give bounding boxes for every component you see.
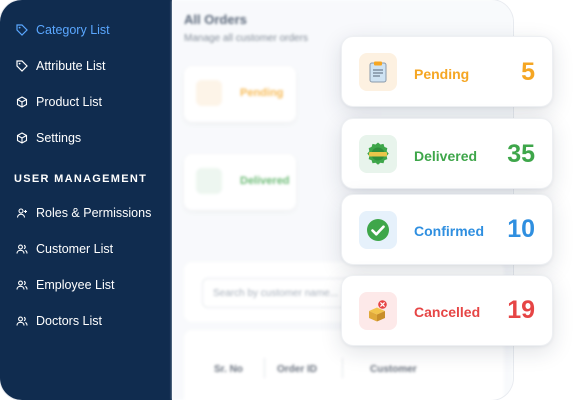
bg-card-delivered: Delivered xyxy=(184,154,296,210)
column-divider xyxy=(342,358,343,378)
tag-icon xyxy=(16,60,28,72)
users-icon xyxy=(16,244,28,254)
bg-card-label: Delivered xyxy=(240,175,290,187)
bg-card-label: Pending xyxy=(240,87,284,99)
stat-value: 10 xyxy=(507,215,535,243)
stat-value: 19 xyxy=(507,296,535,324)
box-icon xyxy=(16,132,28,144)
clipboard-icon xyxy=(359,53,397,91)
sidebar-item-label: Doctors List xyxy=(36,314,102,328)
delivered-badge-icon xyxy=(196,168,222,194)
sidebar-item-employee-list[interactable]: Employee List xyxy=(16,274,115,296)
stat-value: 5 xyxy=(521,58,535,86)
stat-label: Cancelled xyxy=(414,304,481,320)
user-plus-icon xyxy=(16,208,27,218)
cancelled-package-icon xyxy=(359,292,397,330)
stat-card-delivered[interactable]: Delivered 35 xyxy=(341,118,553,189)
sidebar-item-label: Roles & Permissions xyxy=(36,206,152,220)
stat-card-confirmed[interactable]: Confirmed 10 xyxy=(341,194,553,265)
page-subtitle: Manage all customer orders xyxy=(184,33,308,44)
box-icon xyxy=(16,96,28,108)
column-divider xyxy=(264,358,265,378)
stat-value: 35 xyxy=(507,140,535,168)
delivered-badge-icon xyxy=(359,135,397,173)
stat-label: Delivered xyxy=(414,148,478,164)
sidebar-item-product-list[interactable]: Product List xyxy=(16,91,102,113)
stat-card-pending[interactable]: Pending 5 xyxy=(341,36,553,107)
section-heading-user-management: USER MANAGEMENT xyxy=(14,173,148,185)
tag-icon xyxy=(16,24,28,36)
sidebar-item-settings[interactable]: Settings xyxy=(16,127,81,149)
stat-label: Pending xyxy=(414,66,470,82)
sidebar-item-label: Customer List xyxy=(36,242,114,256)
sidebar-item-label: Attribute List xyxy=(36,59,106,73)
sidebar-item-label: Employee List xyxy=(36,278,115,292)
table-header-customer[interactable]: Customer xyxy=(370,364,417,375)
users-icon xyxy=(16,316,28,326)
stat-card-cancelled[interactable]: Cancelled 19 xyxy=(341,275,553,346)
check-circle-icon xyxy=(359,211,397,249)
page-title: All Orders xyxy=(184,12,247,27)
sidebar-item-category-list[interactable]: Category List xyxy=(16,19,110,41)
bg-card-pending: Pending xyxy=(184,66,296,122)
stat-label: Confirmed xyxy=(414,223,484,239)
sidebar: Category List Attribute List Product Lis… xyxy=(0,0,172,400)
table-header-sr-no[interactable]: Sr. No xyxy=(214,364,243,375)
users-icon xyxy=(16,280,28,290)
sidebar-item-label: Category List xyxy=(36,23,110,37)
sidebar-item-label: Product List xyxy=(36,95,103,109)
sidebar-item-roles-permissions[interactable]: Roles & Permissions xyxy=(16,202,151,224)
clipboard-icon xyxy=(196,80,222,106)
sidebar-item-attribute-list[interactable]: Attribute List xyxy=(16,55,105,77)
sidebar-item-customer-list[interactable]: Customer List xyxy=(16,238,113,260)
table-header-order-id[interactable]: Order ID xyxy=(277,364,317,375)
sidebar-item-doctors-list[interactable]: Doctors List xyxy=(16,310,102,332)
search-input[interactable]: Search by customer name... xyxy=(202,278,352,308)
sidebar-item-label: Settings xyxy=(36,131,82,145)
